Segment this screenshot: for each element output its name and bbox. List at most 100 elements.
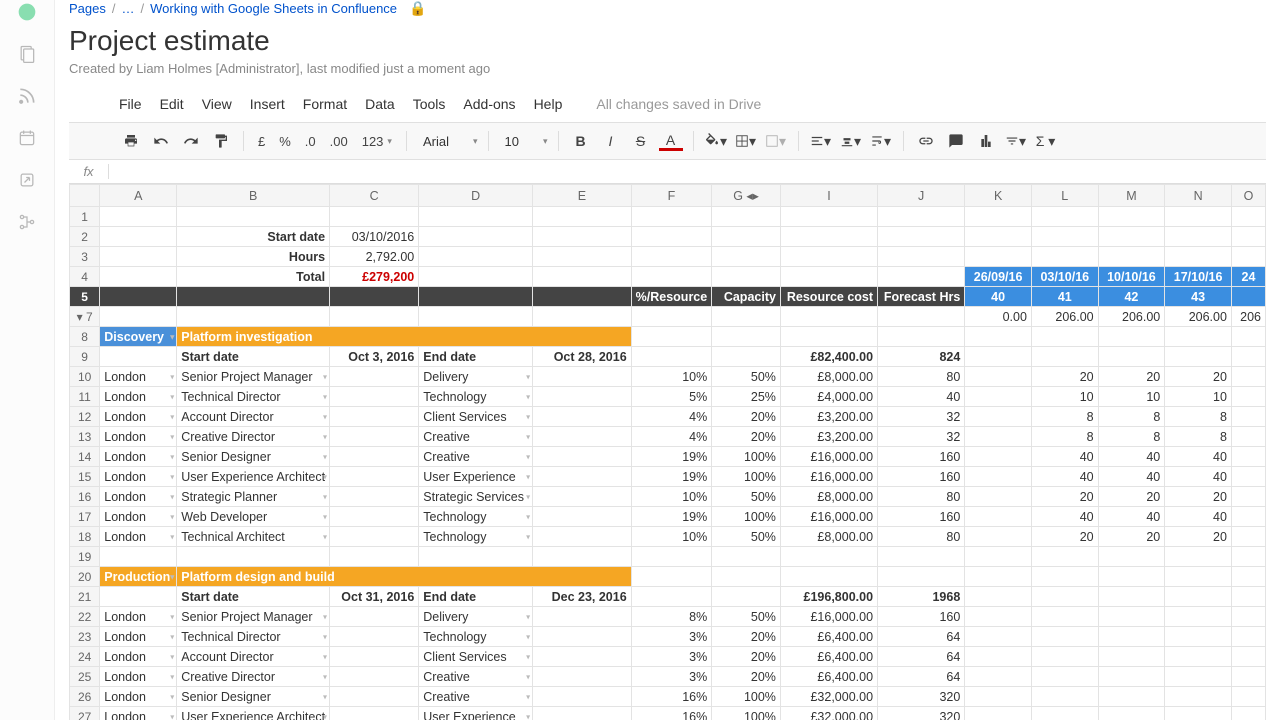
cell[interactable]: £196,800.00	[780, 587, 877, 607]
row-header[interactable]: 26	[70, 687, 100, 707]
strikethrough-icon[interactable]: S	[629, 129, 653, 153]
cell[interactable]: 100%	[712, 687, 781, 707]
menu-tools[interactable]: Tools	[413, 96, 446, 112]
cell[interactable]: 32	[878, 407, 965, 427]
cell[interactable]	[1031, 247, 1098, 267]
cell[interactable]	[100, 547, 177, 567]
format-currency[interactable]: £	[254, 134, 269, 149]
cell[interactable]	[1165, 607, 1232, 627]
cell[interactable]	[965, 407, 1032, 427]
cell[interactable]	[1031, 327, 1098, 347]
font-size-select[interactable]: 10	[499, 132, 548, 151]
cell[interactable]: 160	[878, 467, 965, 487]
cell[interactable]: Oct 3, 2016	[330, 347, 419, 367]
cell[interactable]: 0.00	[965, 307, 1032, 327]
cell[interactable]: User Experience	[419, 707, 533, 720]
cell[interactable]	[533, 307, 632, 327]
cell[interactable]	[1098, 667, 1165, 687]
cell[interactable]	[177, 207, 330, 227]
cell[interactable]	[712, 247, 781, 267]
cell[interactable]: 20	[1098, 487, 1165, 507]
cell[interactable]	[878, 207, 965, 227]
cell[interactable]: 8	[1165, 427, 1232, 447]
cell[interactable]	[419, 247, 533, 267]
cell[interactable]	[330, 307, 419, 327]
cell[interactable]	[100, 307, 177, 327]
cell[interactable]: 40	[1165, 467, 1232, 487]
cell[interactable]	[1231, 427, 1265, 447]
cell[interactable]: Creative	[419, 687, 533, 707]
cell[interactable]	[533, 467, 632, 487]
cell[interactable]: Capacity	[712, 287, 781, 307]
cell[interactable]	[1098, 647, 1165, 667]
calendar-icon[interactable]	[17, 128, 37, 148]
cell[interactable]	[1231, 647, 1265, 667]
cell[interactable]: 10%	[631, 367, 712, 387]
cell[interactable]	[533, 407, 632, 427]
cell[interactable]	[1098, 587, 1165, 607]
menu-edit[interactable]: Edit	[160, 96, 184, 112]
cell[interactable]	[330, 527, 419, 547]
cell[interactable]: User Experience Architect	[177, 707, 330, 720]
cell[interactable]	[1231, 587, 1265, 607]
cell[interactable]	[712, 307, 781, 327]
cell[interactable]: User Experience	[419, 467, 533, 487]
cell[interactable]: London	[100, 627, 177, 647]
cell[interactable]: 40	[1031, 447, 1098, 467]
cell[interactable]: £32,000.00	[780, 687, 877, 707]
cell[interactable]	[965, 627, 1032, 647]
cell[interactable]	[1031, 567, 1098, 587]
cell[interactable]	[631, 207, 712, 227]
cell[interactable]	[419, 207, 533, 227]
cell[interactable]: 40	[1098, 447, 1165, 467]
cell[interactable]	[330, 367, 419, 387]
cell[interactable]	[1165, 347, 1232, 367]
cell[interactable]	[965, 687, 1032, 707]
cell[interactable]	[100, 587, 177, 607]
row-header[interactable]: 21	[70, 587, 100, 607]
cell[interactable]	[330, 507, 419, 527]
cell[interactable]: 24	[1231, 267, 1265, 287]
cell[interactable]: London	[100, 487, 177, 507]
functions-icon[interactable]: Σ ▾	[1034, 129, 1058, 153]
merge-cells-icon[interactable]: ▾	[764, 129, 788, 153]
cell[interactable]: 100%	[712, 507, 781, 527]
h-align-icon[interactable]: ▾	[809, 129, 833, 153]
cell[interactable]	[177, 547, 330, 567]
cell[interactable]	[330, 647, 419, 667]
cell[interactable]: 32	[878, 427, 965, 447]
cell[interactable]	[1231, 487, 1265, 507]
cell[interactable]	[965, 327, 1032, 347]
cell[interactable]: London	[100, 707, 177, 720]
cell[interactable]: £8,000.00	[780, 367, 877, 387]
cell[interactable]	[965, 507, 1032, 527]
cell[interactable]: 19%	[631, 507, 712, 527]
cell[interactable]	[1231, 327, 1265, 347]
insert-link-icon[interactable]	[914, 129, 938, 153]
text-color-icon[interactable]: A	[659, 131, 683, 151]
cell[interactable]: 160	[878, 507, 965, 527]
cell[interactable]: London	[100, 427, 177, 447]
cell[interactable]: London	[100, 447, 177, 467]
decrease-decimal[interactable]: .0	[301, 134, 320, 149]
cell[interactable]: 19%	[631, 447, 712, 467]
cell[interactable]: Technical Director	[177, 627, 330, 647]
cell[interactable]: 25%	[712, 387, 781, 407]
cell[interactable]	[780, 567, 877, 587]
menu-addons[interactable]: Add-ons	[463, 96, 515, 112]
cell[interactable]: 50%	[712, 367, 781, 387]
cell[interactable]: 8	[1031, 407, 1098, 427]
cell[interactable]	[330, 287, 419, 307]
cell[interactable]: %/Resource	[631, 287, 712, 307]
row-header[interactable]: 10	[70, 367, 100, 387]
cell[interactable]: 40	[1165, 447, 1232, 467]
cell[interactable]: London	[100, 527, 177, 547]
cell[interactable]: 4%	[631, 427, 712, 447]
cell[interactable]	[1098, 607, 1165, 627]
v-align-icon[interactable]: ▾	[839, 129, 863, 153]
cell[interactable]	[330, 407, 419, 427]
cell[interactable]: 10%	[631, 487, 712, 507]
cell[interactable]	[1031, 607, 1098, 627]
cell[interactable]	[965, 227, 1032, 247]
paint-format-icon[interactable]	[209, 129, 233, 153]
